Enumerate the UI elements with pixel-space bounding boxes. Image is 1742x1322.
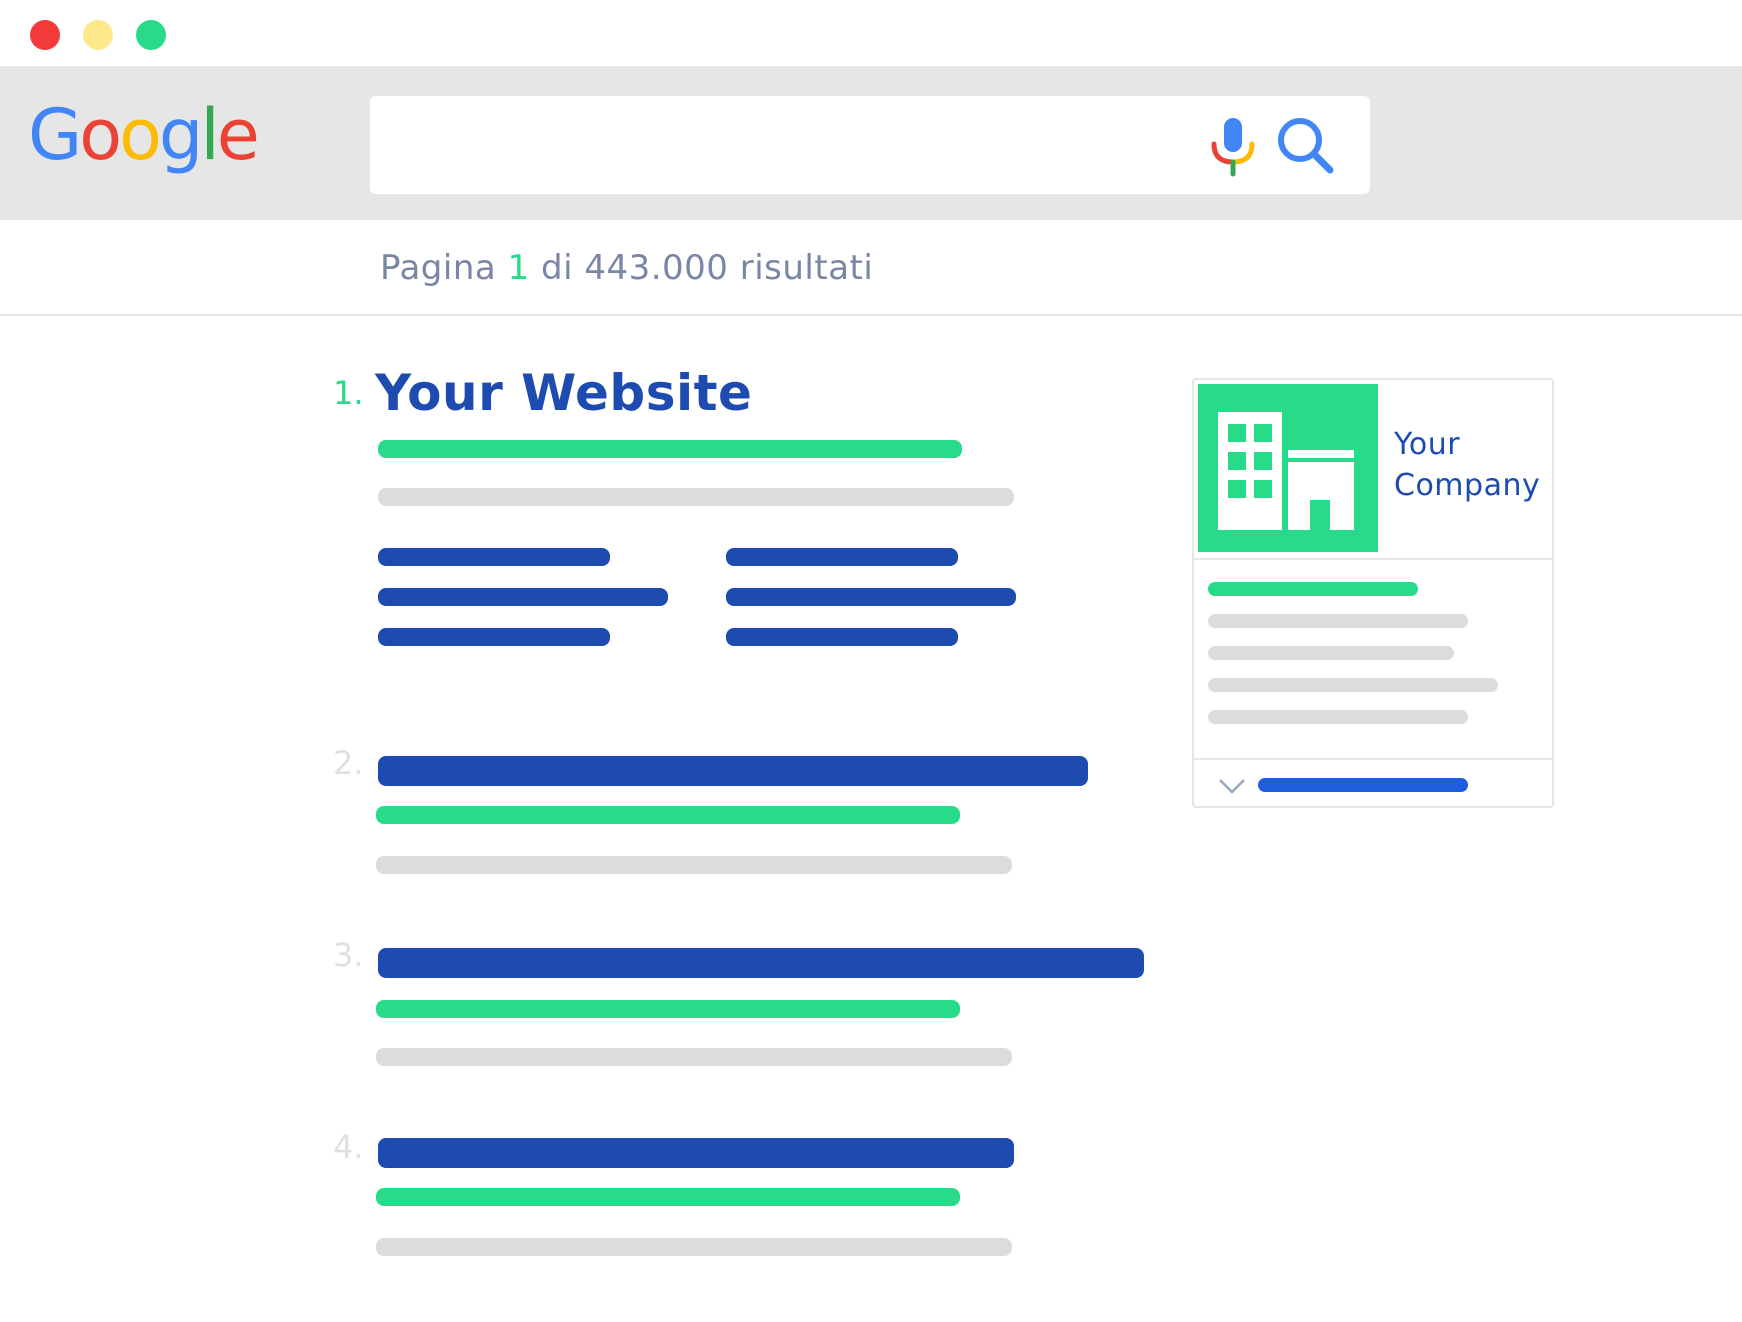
current-page-number: 1 [507, 248, 530, 288]
result-snippet-line [378, 488, 1014, 506]
result-snippet-line [376, 856, 1012, 874]
result-title-link[interactable] [378, 1138, 1014, 1168]
result-snippet-line [376, 1048, 1012, 1066]
result-rank: 1. [333, 374, 364, 412]
logo-letter: G [28, 94, 82, 176]
sitelink[interactable] [378, 588, 668, 606]
result-url-line [376, 1000, 960, 1018]
microphone-icon[interactable] [1208, 114, 1258, 178]
sitelink[interactable] [726, 548, 958, 566]
panel-divider [1194, 558, 1552, 560]
result-rank: 2. [333, 744, 364, 782]
result-url-line [376, 806, 960, 824]
logo-letter: e [216, 94, 260, 176]
logo-letter: o [119, 94, 162, 176]
panel-text-line [1208, 614, 1468, 628]
result-rank: 4. [333, 1128, 364, 1166]
maximize-button[interactable] [136, 20, 166, 50]
sitelink[interactable] [726, 588, 1016, 606]
result-title-link[interactable]: Your Website [375, 364, 752, 422]
sitelink[interactable] [726, 628, 958, 646]
result-snippet-line [376, 1238, 1012, 1256]
google-logo[interactable]: Google [28, 100, 260, 170]
logo-letter: o [79, 94, 122, 176]
panel-more-link[interactable] [1258, 778, 1468, 792]
logo-letter: l [200, 94, 220, 176]
panel-divider [1194, 758, 1552, 760]
result-title-link[interactable] [378, 948, 1144, 978]
sitelink[interactable] [378, 628, 610, 646]
close-button[interactable] [30, 20, 60, 50]
results-prefix: Pagina [380, 248, 497, 288]
chevron-down-icon[interactable] [1218, 776, 1246, 796]
result-title-link[interactable] [378, 756, 1088, 786]
panel-text-line [1208, 678, 1498, 692]
sitelink[interactable] [378, 548, 610, 566]
panel-text-line [1208, 646, 1454, 660]
results-suffix: di 443.000 risultati [541, 248, 874, 288]
logo-letter: g [158, 94, 203, 176]
result-url-line [378, 440, 962, 458]
result-rank: 3. [333, 936, 364, 974]
building-icon [1218, 412, 1354, 530]
results-count: Pagina 1 di 443.000 risultati [380, 248, 873, 288]
company-name[interactable]: Your Company [1394, 424, 1554, 506]
panel-url-line [1208, 582, 1418, 596]
result-url-line [376, 1188, 960, 1206]
header-divider [0, 314, 1742, 316]
minimize-button[interactable] [83, 20, 113, 50]
magnifier-icon[interactable] [1274, 114, 1338, 178]
panel-text-line [1208, 710, 1468, 724]
